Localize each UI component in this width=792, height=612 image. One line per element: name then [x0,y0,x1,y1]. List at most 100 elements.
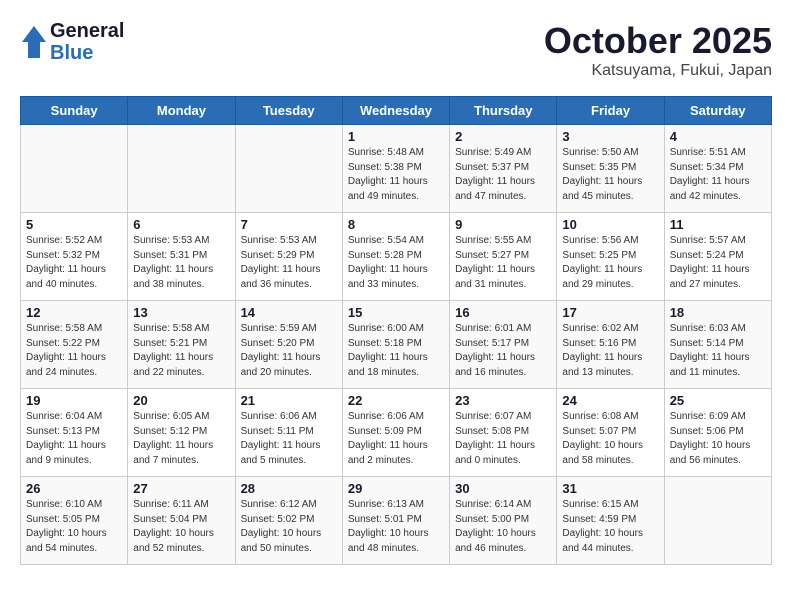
header-friday: Friday [557,97,664,125]
calendar-cell: 25 Sunrise: 6:09 AM Sunset: 5:06 PM Dayli… [664,389,771,477]
calendar-table: SundayMondayTuesdayWednesdayThursdayFrid… [20,96,772,565]
day-info: Sunrise: 5:48 AM Sunset: 5:38 PM Dayligh… [348,146,444,204]
day-info: Sunrise: 5:55 AM Sunset: 5:27 PM Dayligh… [455,234,551,292]
day-info: Sunrise: 6:08 AM Sunset: 5:07 PM Dayligh… [562,410,658,468]
day-info: Sunrise: 6:07 AM Sunset: 5:08 PM Dayligh… [455,410,551,468]
calendar-title: October 2025 [544,20,772,62]
calendar-cell: 15 Sunrise: 6:00 AM Sunset: 5:18 PM Dayli… [342,301,449,389]
calendar-cell: 2Sunrise: 5:49 AM Sunset: 5:37 PM Daylig… [450,125,557,213]
calendar-cell: 10Sunrise: 5:56 AM Sunset: 5:25 PM Dayli… [557,213,664,301]
day-info: Sunrise: 5:59 AM Sunset: 5:20 PM Dayligh… [241,322,337,380]
calendar-cell: 14 Sunrise: 5:59 AM Sunset: 5:20 PM Dayli… [235,301,342,389]
calendar-cell: 20 Sunrise: 6:05 AM Sunset: 5:12 PM Dayli… [128,389,235,477]
day-number: 10 [562,217,658,232]
day-info: Sunrise: 6:03 AM Sunset: 5:14 PM Dayligh… [670,322,766,380]
day-number: 26 [26,481,122,496]
day-info: Sunrise: 6:12 AM Sunset: 5:02 PM Dayligh… [241,498,337,556]
day-number: 6 [133,217,229,232]
week-row-2: 5Sunrise: 5:52 AM Sunset: 5:32 PM Daylig… [21,213,772,301]
week-row-5: 26 Sunrise: 6:10 AM Sunset: 5:05 PM Dayli… [21,477,772,565]
day-info: Sunrise: 6:02 AM Sunset: 5:16 PM Dayligh… [562,322,658,380]
day-info: Sunrise: 5:57 AM Sunset: 5:24 PM Dayligh… [670,234,766,292]
day-info: Sunrise: 6:13 AM Sunset: 5:01 PM Dayligh… [348,498,444,556]
calendar-cell: 17Sunrise: 6:02 AM Sunset: 5:16 PM Dayli… [557,301,664,389]
day-number: 24 [562,393,658,408]
day-info: Sunrise: 5:53 AM Sunset: 5:29 PM Dayligh… [241,234,337,292]
day-info: Sunrise: 5:54 AM Sunset: 5:28 PM Dayligh… [348,234,444,292]
day-info: Sunrise: 5:58 AM Sunset: 5:21 PM Dayligh… [133,322,229,380]
calendar-cell [664,477,771,565]
week-row-3: 12 Sunrise: 5:58 AM Sunset: 5:22 PM Dayli… [21,301,772,389]
logo-text-general: General [50,20,124,42]
day-number: 20 [133,393,229,408]
title-area: October 2025 Katsuyama, Fukui, Japan [544,20,772,80]
calendar-cell: 7Sunrise: 5:53 AM Sunset: 5:29 PM Daylig… [235,213,342,301]
day-info: Sunrise: 5:51 AM Sunset: 5:34 PM Dayligh… [670,146,766,204]
calendar-cell: 9 Sunrise: 5:55 AM Sunset: 5:27 PM Daylig… [450,213,557,301]
week-row-4: 19 Sunrise: 6:04 AM Sunset: 5:13 PM Dayli… [21,389,772,477]
week-row-1: 1Sunrise: 5:48 AM Sunset: 5:38 PM Daylig… [21,125,772,213]
calendar-header-row: SundayMondayTuesdayWednesdayThursdayFrid… [21,97,772,125]
logo-text-blue: Blue [50,42,124,64]
calendar-cell: 27 Sunrise: 6:11 AM Sunset: 5:04 PM Dayli… [128,477,235,565]
day-number: 11 [670,217,766,232]
header-monday: Monday [128,97,235,125]
calendar-cell: 28 Sunrise: 6:12 AM Sunset: 5:02 PM Dayli… [235,477,342,565]
calendar-cell: 18 Sunrise: 6:03 AM Sunset: 5:14 PM Dayli… [664,301,771,389]
calendar-cell: 4 Sunrise: 5:51 AM Sunset: 5:34 PM Daylig… [664,125,771,213]
day-info: Sunrise: 6:15 AM Sunset: 4:59 PM Dayligh… [562,498,658,556]
day-number: 5 [26,217,122,232]
day-info: Sunrise: 6:00 AM Sunset: 5:18 PM Dayligh… [348,322,444,380]
day-info: Sunrise: 5:53 AM Sunset: 5:31 PM Dayligh… [133,234,229,292]
calendar-cell: 5Sunrise: 5:52 AM Sunset: 5:32 PM Daylig… [21,213,128,301]
day-number: 22 [348,393,444,408]
day-number: 12 [26,305,122,320]
day-info: Sunrise: 6:05 AM Sunset: 5:12 PM Dayligh… [133,410,229,468]
day-number: 4 [670,129,766,144]
header: General Blue October 2025 Katsuyama, Fuk… [20,20,772,80]
calendar-cell: 16Sunrise: 6:01 AM Sunset: 5:17 PM Dayli… [450,301,557,389]
day-number: 30 [455,481,551,496]
day-number: 27 [133,481,229,496]
day-number: 29 [348,481,444,496]
day-info: Sunrise: 6:06 AM Sunset: 5:09 PM Dayligh… [348,410,444,468]
logo: General Blue [20,20,124,64]
day-number: 21 [241,393,337,408]
calendar-cell: 1Sunrise: 5:48 AM Sunset: 5:38 PM Daylig… [342,125,449,213]
day-info: Sunrise: 6:04 AM Sunset: 5:13 PM Dayligh… [26,410,122,468]
calendar-cell: 23 Sunrise: 6:07 AM Sunset: 5:08 PM Dayli… [450,389,557,477]
day-number: 19 [26,393,122,408]
day-number: 31 [562,481,658,496]
calendar-cell: 12 Sunrise: 5:58 AM Sunset: 5:22 PM Dayli… [21,301,128,389]
header-thursday: Thursday [450,97,557,125]
day-number: 2 [455,129,551,144]
header-sunday: Sunday [21,97,128,125]
day-info: Sunrise: 6:11 AM Sunset: 5:04 PM Dayligh… [133,498,229,556]
day-info: Sunrise: 5:58 AM Sunset: 5:22 PM Dayligh… [26,322,122,380]
calendar-cell [21,125,128,213]
day-number: 28 [241,481,337,496]
calendar-cell: 21Sunrise: 6:06 AM Sunset: 5:11 PM Dayli… [235,389,342,477]
logo-icon [20,24,48,60]
calendar-cell: 19 Sunrise: 6:04 AM Sunset: 5:13 PM Dayli… [21,389,128,477]
day-number: 8 [348,217,444,232]
day-number: 25 [670,393,766,408]
day-info: Sunrise: 6:14 AM Sunset: 5:00 PM Dayligh… [455,498,551,556]
day-number: 23 [455,393,551,408]
calendar-cell: 31 Sunrise: 6:15 AM Sunset: 4:59 PM Dayli… [557,477,664,565]
calendar-cell: 29 Sunrise: 6:13 AM Sunset: 5:01 PM Dayli… [342,477,449,565]
day-number: 9 [455,217,551,232]
calendar-cell [235,125,342,213]
header-tuesday: Tuesday [235,97,342,125]
day-number: 14 [241,305,337,320]
calendar-cell: 22 Sunrise: 6:06 AM Sunset: 5:09 PM Dayli… [342,389,449,477]
day-number: 15 [348,305,444,320]
day-number: 18 [670,305,766,320]
day-info: Sunrise: 6:10 AM Sunset: 5:05 PM Dayligh… [26,498,122,556]
day-info: Sunrise: 6:01 AM Sunset: 5:17 PM Dayligh… [455,322,551,380]
day-info: Sunrise: 6:09 AM Sunset: 5:06 PM Dayligh… [670,410,766,468]
calendar-cell: 13 Sunrise: 5:58 AM Sunset: 5:21 PM Dayli… [128,301,235,389]
day-number: 13 [133,305,229,320]
day-number: 3 [562,129,658,144]
calendar-cell: 8 Sunrise: 5:54 AM Sunset: 5:28 PM Daylig… [342,213,449,301]
